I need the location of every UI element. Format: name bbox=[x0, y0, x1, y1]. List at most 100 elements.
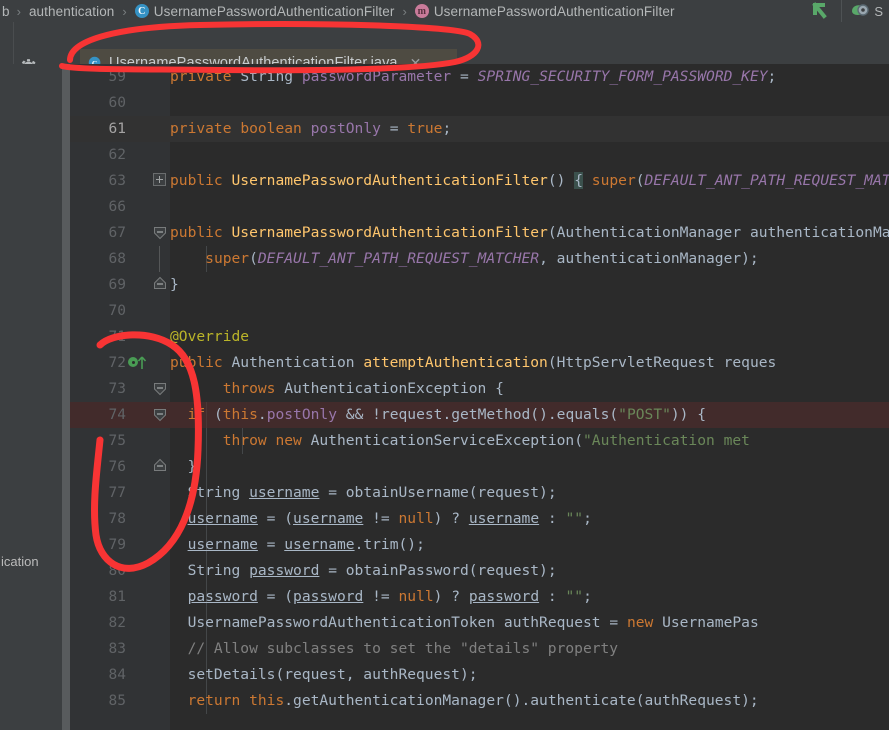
fold-column[interactable] bbox=[152, 454, 168, 480]
breadcrumb-truncated-prefix[interactable]: b bbox=[0, 4, 10, 19]
code-row-breakpoint[interactable]: 74 if (this.postOnly && !request.getMeth… bbox=[70, 402, 889, 428]
fold-column[interactable] bbox=[152, 220, 168, 246]
fold-column[interactable] bbox=[152, 142, 168, 168]
code-line: } bbox=[170, 276, 179, 293]
fold-column[interactable] bbox=[152, 428, 168, 454]
code-row[interactable]: 83 // Allow subclasses to set the "detai… bbox=[70, 636, 889, 662]
toolbar-right: S bbox=[807, 0, 889, 22]
code-line: super(DEFAULT_ANT_PATH_REQUEST_MATCHER, … bbox=[205, 250, 759, 267]
fold-column[interactable] bbox=[152, 662, 168, 688]
breakpoint-icon[interactable] bbox=[128, 406, 146, 424]
breadcrumb-separator: › bbox=[16, 3, 21, 19]
code-line: password = (password != null) ? password… bbox=[187, 588, 592, 605]
code-row[interactable]: 71 @Override bbox=[70, 324, 889, 350]
fold-column[interactable] bbox=[152, 584, 168, 610]
fold-column[interactable] bbox=[152, 506, 168, 532]
run-config-icon bbox=[850, 2, 870, 21]
left-tool-window: ication bbox=[0, 64, 70, 730]
line-number: 82 bbox=[108, 615, 126, 631]
code-row[interactable]: 73 throws AuthenticationException { bbox=[70, 376, 889, 402]
code-row[interactable]: 82 UsernamePasswordAuthenticationToken a… bbox=[70, 610, 889, 636]
fold-column[interactable] bbox=[152, 246, 168, 272]
code-row[interactable]: 66 bbox=[70, 194, 889, 220]
line-number: 73 bbox=[108, 381, 126, 397]
fold-expand-icon[interactable] bbox=[153, 173, 166, 186]
breadcrumb-item-method[interactable]: m UsernamePasswordAuthenticationFilter bbox=[414, 4, 676, 19]
code-line: setDetails(request, authRequest); bbox=[187, 666, 478, 683]
code-row[interactable]: 67 public UsernamePasswordAuthentication… bbox=[70, 220, 889, 246]
line-number: 61 bbox=[108, 121, 126, 137]
code-row[interactable]: 78 username = (username != null) ? usern… bbox=[70, 506, 889, 532]
code-line: String password = obtainPassword(request… bbox=[187, 562, 557, 579]
breadcrumb-item-label: authentication bbox=[28, 3, 115, 19]
fold-column[interactable] bbox=[152, 168, 168, 194]
code-row[interactable]: 85 return this.getAuthenticationManager(… bbox=[70, 688, 889, 714]
code-line: throw new AuthenticationServiceException… bbox=[222, 432, 750, 449]
fold-column[interactable] bbox=[152, 298, 168, 324]
code-row[interactable]: 77 String username = obtainUsername(requ… bbox=[70, 480, 889, 506]
fold-column[interactable] bbox=[152, 272, 168, 298]
code-row[interactable]: 81 password = (password != null) ? passw… bbox=[70, 584, 889, 610]
code-line: return this.getAuthenticationManager().a… bbox=[187, 692, 759, 709]
line-number: 70 bbox=[108, 303, 126, 319]
code-line: username = (username != null) ? username… bbox=[187, 510, 592, 527]
ide-window: b › authentication › C UsernamePasswordA… bbox=[0, 0, 889, 730]
code-editor[interactable]: 59 private String passwordParameter = SP… bbox=[70, 64, 889, 730]
fold-column[interactable] bbox=[152, 194, 168, 220]
code-row[interactable]: 59 private String passwordParameter = SP… bbox=[70, 64, 889, 90]
line-number: 75 bbox=[108, 433, 126, 449]
line-number: 76 bbox=[108, 459, 126, 475]
fold-column[interactable] bbox=[152, 610, 168, 636]
code-row[interactable]: 75 throw new AuthenticationServiceExcept… bbox=[70, 428, 889, 454]
back-arrow-icon[interactable] bbox=[807, 2, 841, 20]
code-line: } bbox=[187, 458, 197, 475]
code-line: String username = obtainUsername(request… bbox=[187, 484, 557, 501]
code-line: private boolean postOnly = true; bbox=[170, 120, 452, 137]
code-row[interactable]: 80 String password = obtainPassword(requ… bbox=[70, 558, 889, 584]
code-row[interactable]: 62 bbox=[70, 142, 889, 168]
fold-column[interactable] bbox=[152, 636, 168, 662]
code-row[interactable]: 72 public Authentication attemptAuthenti… bbox=[70, 350, 889, 376]
code-row[interactable]: 63 public UsernamePasswordAuthentication… bbox=[70, 168, 889, 194]
breadcrumb-item-class[interactable]: C UsernamePasswordAuthenticationFilter bbox=[134, 4, 396, 19]
line-number: 59 bbox=[108, 69, 126, 85]
indent-guide bbox=[206, 454, 207, 480]
line-number: 62 bbox=[108, 147, 126, 163]
breadcrumb: b › authentication › C UsernamePasswordA… bbox=[0, 0, 889, 22]
tool-window-scrollbar[interactable] bbox=[62, 64, 70, 730]
line-number: 72 bbox=[108, 355, 126, 371]
run-configuration-button[interactable]: S bbox=[841, 0, 887, 22]
fold-column[interactable] bbox=[152, 324, 168, 350]
fold-column[interactable] bbox=[152, 64, 168, 90]
code-row[interactable]: 84 setDetails(request, authRequest); bbox=[70, 662, 889, 688]
code-line: if (this.postOnly && !request.getMethod(… bbox=[187, 406, 707, 423]
fold-column[interactable] bbox=[152, 116, 168, 142]
override-method-icon[interactable] bbox=[128, 354, 147, 372]
line-number: 81 bbox=[108, 589, 126, 605]
fold-column[interactable] bbox=[152, 558, 168, 584]
code-row[interactable]: 76 } bbox=[70, 454, 889, 480]
fold-column[interactable] bbox=[152, 376, 168, 402]
left-tool-rail bbox=[0, 22, 14, 64]
run-config-label: S bbox=[874, 3, 883, 19]
code-row[interactable]: 70 bbox=[70, 298, 889, 324]
fold-column[interactable] bbox=[152, 350, 168, 376]
fold-column[interactable] bbox=[152, 688, 168, 714]
method-icon: m bbox=[414, 4, 429, 18]
fold-column[interactable] bbox=[152, 90, 168, 116]
code-row[interactable]: 60 bbox=[70, 90, 889, 116]
line-number: 80 bbox=[108, 563, 126, 579]
code-row[interactable]: 69 } bbox=[70, 272, 889, 298]
line-number: 67 bbox=[108, 225, 126, 241]
fold-column[interactable] bbox=[152, 532, 168, 558]
code-row[interactable]: 79 username = username.trim(); bbox=[70, 532, 889, 558]
code-line: public UsernamePasswordAuthenticationFil… bbox=[170, 224, 889, 241]
code-row[interactable]: 68 super(DEFAULT_ANT_PATH_REQUEST_MATCHE… bbox=[70, 246, 889, 272]
breadcrumb-item-authentication[interactable]: authentication bbox=[28, 4, 115, 19]
code-row-caret[interactable]: 61 private boolean postOnly = true; bbox=[70, 116, 889, 142]
line-number: 85 bbox=[108, 693, 126, 709]
fold-column[interactable] bbox=[152, 480, 168, 506]
fold-column[interactable] bbox=[152, 402, 168, 428]
line-number: 74 bbox=[108, 407, 126, 423]
class-icon: C bbox=[134, 4, 149, 18]
